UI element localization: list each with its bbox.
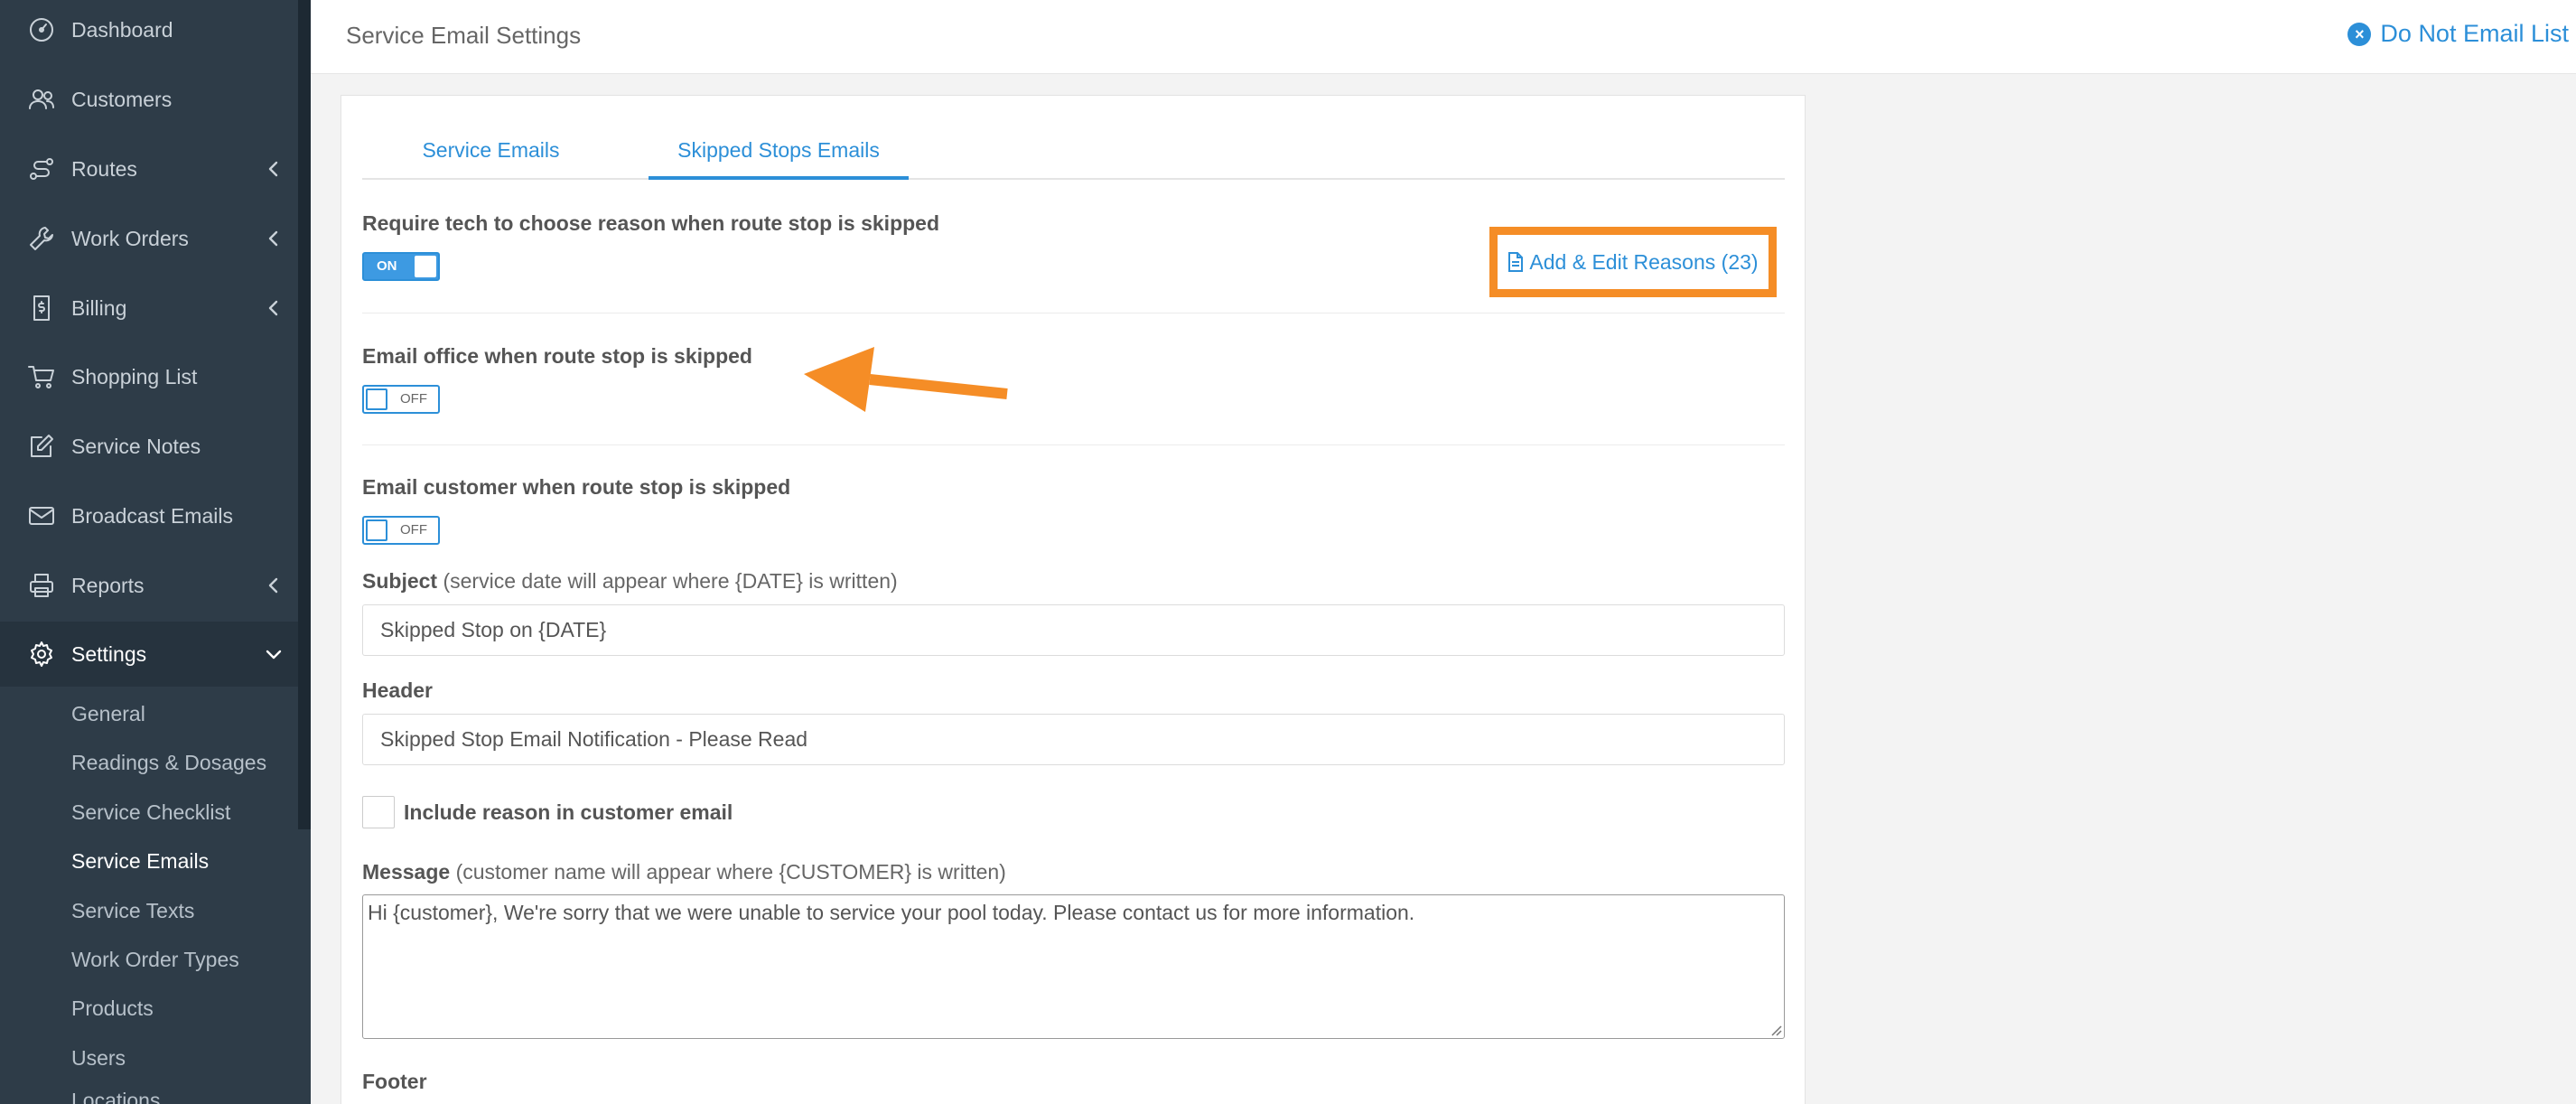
email-office-toggle[interactable]: OFF bbox=[362, 385, 440, 414]
sidebar: Dashboard Customers Routes Work Orders B… bbox=[0, 0, 311, 1104]
sidebar-item-label: Dashboard bbox=[71, 17, 173, 42]
chevron-down-icon bbox=[264, 644, 284, 664]
sidebar-item-label: Shopping List bbox=[71, 364, 198, 388]
subnav-item-readings-dosages[interactable]: Readings & Dosages bbox=[71, 746, 266, 779]
include-reason-label: Include reason in customer email bbox=[404, 800, 733, 824]
email-office-label: Email office when route stop is skipped bbox=[362, 344, 752, 368]
printer-icon bbox=[27, 571, 56, 600]
divider bbox=[362, 444, 1785, 445]
users-icon bbox=[27, 85, 56, 114]
chevron-left-icon bbox=[264, 298, 284, 318]
header-label: Header bbox=[362, 678, 433, 702]
message-label: Message (customer name will appear where… bbox=[362, 860, 1006, 884]
gear-icon bbox=[27, 640, 56, 669]
wrench-icon bbox=[27, 224, 56, 253]
subnav-item-locations[interactable]: Locations bbox=[71, 1084, 160, 1104]
email-customer-label: Email customer when route stop is skippe… bbox=[362, 475, 791, 499]
envelope-icon bbox=[27, 501, 56, 530]
toggle-knob bbox=[366, 388, 387, 410]
sidebar-item-label: Routes bbox=[71, 156, 137, 181]
close-circle-icon: × bbox=[2347, 22, 2372, 46]
chevron-left-icon bbox=[264, 159, 284, 179]
email-customer-toggle[interactable]: OFF bbox=[362, 516, 440, 545]
resize-grip-icon[interactable] bbox=[1769, 1024, 1782, 1036]
document-icon bbox=[1508, 252, 1524, 272]
do-not-email-label: Do Not Email List bbox=[2380, 20, 2569, 47]
subnav-item-service-texts[interactable]: Service Texts bbox=[71, 894, 194, 927]
subnav-item-service-checklist[interactable]: Service Checklist bbox=[71, 796, 230, 828]
orange-arrow-annotation bbox=[804, 347, 1008, 412]
sidebar-item-label: Settings bbox=[71, 641, 147, 666]
sidebar-item-work-orders[interactable]: Work Orders bbox=[0, 206, 298, 271]
sidebar-item-label: Reports bbox=[71, 573, 145, 597]
subnav-item-users[interactable]: Users bbox=[71, 1042, 126, 1074]
sidebar-item-label: Work Orders bbox=[71, 226, 189, 250]
sidebar-item-billing[interactable]: Billing bbox=[0, 276, 298, 341]
do-not-email-list-link[interactable]: × Do Not Email List bbox=[2347, 20, 2569, 48]
page-title: Service Email Settings bbox=[346, 22, 582, 49]
cart-icon bbox=[27, 362, 56, 391]
subject-input[interactable]: Skipped Stop on {DATE} bbox=[362, 604, 1785, 656]
tab-service-emails[interactable]: Service Emails bbox=[362, 123, 620, 180]
sidebar-item-dashboard[interactable]: Dashboard bbox=[0, 0, 298, 62]
toggle-state-label: ON bbox=[377, 258, 397, 274]
add-edit-reasons-label: Add & Edit Reasons (23) bbox=[1529, 249, 1759, 274]
sidebar-item-shopping-list[interactable]: Shopping List bbox=[0, 344, 298, 409]
require-reason-label: Require tech to choose reason when route… bbox=[362, 211, 940, 235]
sidebar-item-reports[interactable]: Reports bbox=[0, 553, 298, 618]
tab-skipped-stops-emails[interactable]: Skipped Stops Emails bbox=[649, 123, 909, 180]
message-textarea[interactable]: Hi {customer}, We're sorry that we were … bbox=[362, 894, 1785, 1039]
settings-card: Service Emails Skipped Stops Emails Requ… bbox=[341, 95, 1806, 1104]
subnav-item-products[interactable]: Products bbox=[71, 992, 154, 1024]
invoice-icon bbox=[27, 294, 56, 323]
dashboard-icon bbox=[27, 15, 56, 44]
sidebar-item-broadcast-emails[interactable]: Broadcast Emails bbox=[0, 483, 298, 548]
edit-icon bbox=[27, 432, 56, 461]
sidebar-item-service-notes[interactable]: Service Notes bbox=[0, 414, 298, 479]
message-text: Hi {customer}, We're sorry that we were … bbox=[368, 901, 1415, 924]
toggle-state-label: OFF bbox=[400, 522, 427, 538]
footer-label: Footer bbox=[362, 1070, 427, 1093]
include-reason-checkbox[interactable] bbox=[362, 796, 395, 828]
sidebar-item-settings[interactable]: Settings bbox=[0, 622, 298, 687]
top-bar: Service Email Settings × Do Not Email Li… bbox=[311, 0, 2576, 74]
header-input[interactable]: Skipped Stop Email Notification - Please… bbox=[362, 714, 1785, 765]
subnav-item-service-emails[interactable]: Service Emails bbox=[71, 845, 209, 877]
add-edit-reasons-button[interactable]: Add & Edit Reasons (23) bbox=[1498, 235, 1769, 289]
require-reason-toggle[interactable]: ON bbox=[362, 252, 440, 281]
toggle-knob bbox=[415, 256, 436, 277]
sidebar-item-customers[interactable]: Customers bbox=[0, 67, 298, 132]
subnav-item-general[interactable]: General bbox=[71, 697, 145, 730]
tab-bar: Service Emails Skipped Stops Emails bbox=[362, 123, 1785, 180]
route-icon bbox=[27, 154, 56, 183]
chevron-left-icon bbox=[264, 229, 284, 248]
sidebar-item-routes[interactable]: Routes bbox=[0, 136, 298, 201]
sidebar-item-label: Customers bbox=[71, 87, 173, 111]
toggle-knob bbox=[366, 519, 387, 541]
subject-label: Subject (service date will appear where … bbox=[362, 569, 898, 593]
sidebar-item-label: Broadcast Emails bbox=[71, 503, 233, 528]
toggle-state-label: OFF bbox=[400, 391, 427, 407]
chevron-left-icon bbox=[264, 575, 284, 595]
sidebar-item-label: Service Notes bbox=[71, 434, 201, 458]
subnav-item-work-order-types[interactable]: Work Order Types bbox=[71, 943, 239, 976]
sidebar-scrollbar[interactable] bbox=[298, 0, 311, 829]
sidebar-item-label: Billing bbox=[71, 295, 127, 320]
reasons-highlight-box: Add & Edit Reasons (23) bbox=[1489, 227, 1777, 297]
